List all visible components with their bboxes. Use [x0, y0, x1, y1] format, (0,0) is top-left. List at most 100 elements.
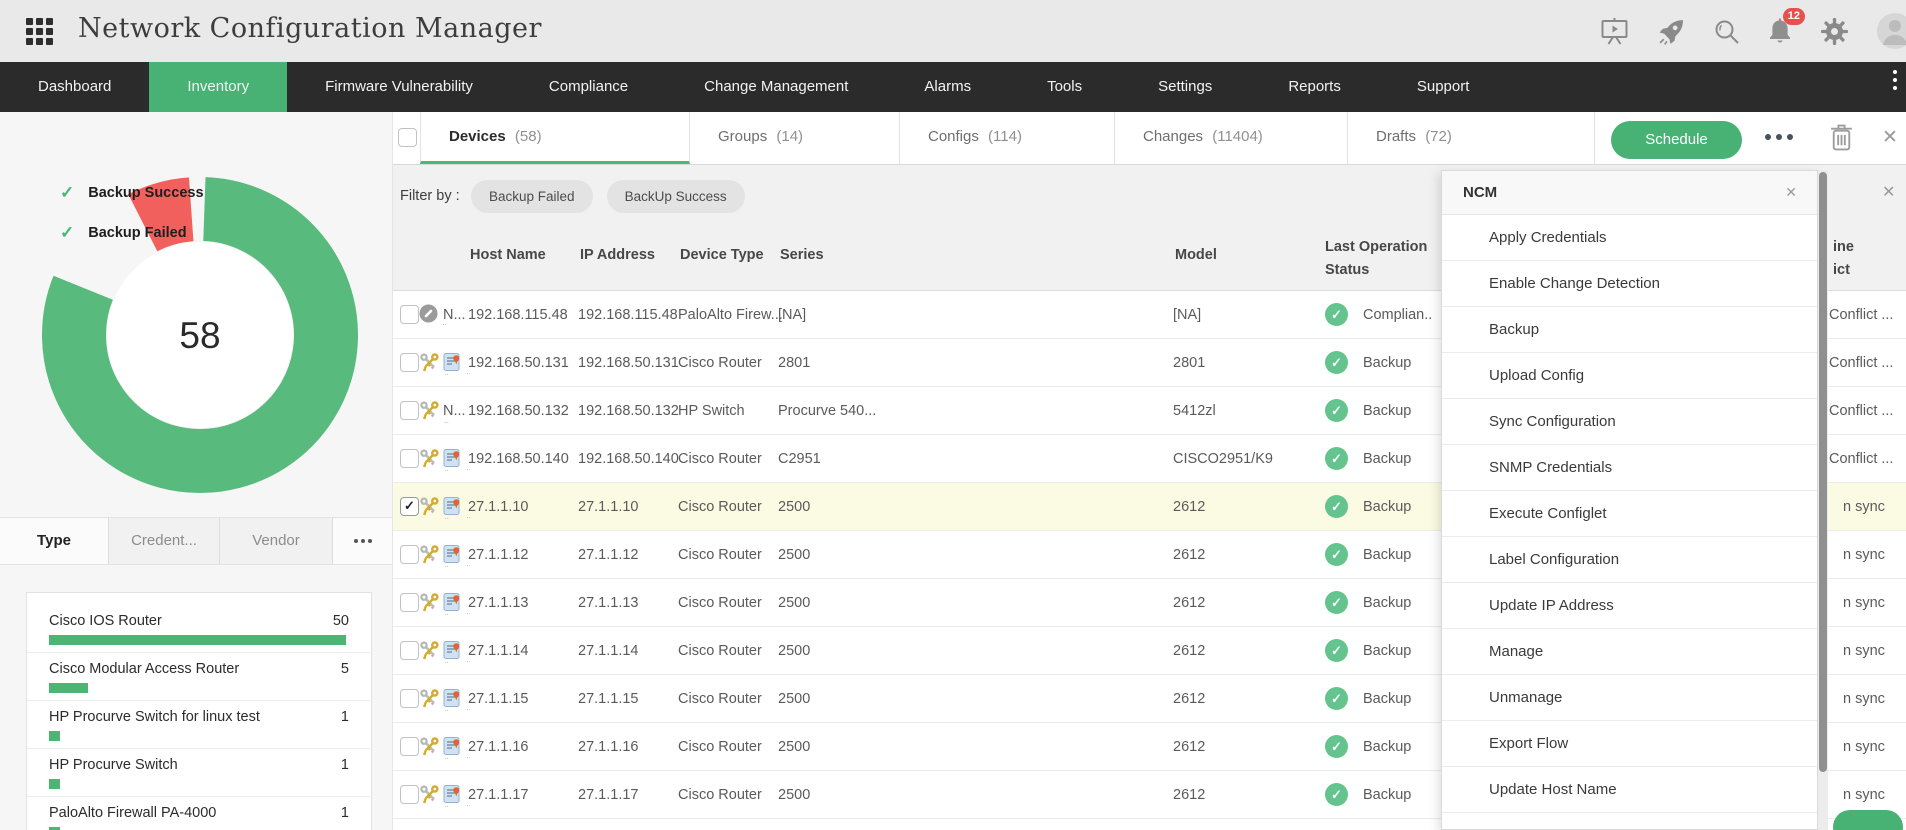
- series-cell: C2951: [778, 451, 821, 467]
- config-document-icon[interactable]: [443, 592, 471, 616]
- panel-scrollbar-thumb[interactable]: [1819, 172, 1827, 772]
- column-last-operation-status[interactable]: Last Operation Status: [1325, 236, 1438, 282]
- config-document-icon[interactable]: [443, 496, 471, 520]
- sidebar-tab[interactable]: Type: [0, 518, 109, 564]
- ncm-menu-item[interactable]: Sync Configuration: [1442, 399, 1817, 445]
- legend-item[interactable]: ✓ Backup Success: [60, 180, 204, 206]
- nav-item[interactable]: Compliance: [511, 62, 666, 112]
- inventory-tab[interactable]: Drafts (72): [1348, 112, 1595, 164]
- host-name-cell: 27.1.1.14: [468, 643, 529, 659]
- nav-item[interactable]: Alarms: [886, 62, 1009, 112]
- schedule-button[interactable]: Schedule: [1611, 121, 1742, 159]
- ncm-menu-item[interactable]: Enable Change Detection: [1442, 261, 1817, 307]
- ncm-menu-item[interactable]: Label Configuration: [1442, 537, 1817, 583]
- config-document-icon[interactable]: [443, 736, 471, 760]
- filter-chip[interactable]: BackUp Success: [606, 180, 745, 213]
- series-cell: 2500: [778, 595, 811, 611]
- ncm-menu-item[interactable]: Apply Credentials: [1442, 215, 1817, 261]
- ip-address-cell: 27.1.1.13: [578, 595, 639, 611]
- status-success-icon: [1325, 735, 1348, 758]
- notifications-bell-icon[interactable]: 12: [1767, 8, 1805, 45]
- delete-trash-icon[interactable]: [1830, 124, 1853, 157]
- sidebar-tab[interactable]: Credent...: [109, 518, 220, 564]
- settings-gear-icon[interactable]: [1820, 17, 1849, 46]
- ncm-menu-item[interactable]: Update Host Name: [1442, 767, 1817, 813]
- getting-started-rocket-icon[interactable]: [1657, 17, 1686, 46]
- nav-item[interactable]: Dashboard: [0, 62, 149, 112]
- select-all-checkbox[interactable]: [398, 128, 417, 147]
- ip-address-cell: 27.1.1.16: [578, 739, 639, 755]
- ncm-menu-item[interactable]: SNMP Credentials: [1442, 445, 1817, 491]
- column-ip-address[interactable]: IP Address: [580, 247, 655, 263]
- device-type-row[interactable]: Cisco IOS Router 50: [27, 605, 371, 653]
- ncm-panel-close-icon[interactable]: [1785, 185, 1797, 199]
- user-avatar[interactable]: [1876, 12, 1906, 50]
- search-icon[interactable]: [1713, 18, 1740, 45]
- row-checkbox[interactable]: [400, 641, 419, 660]
- close-toolbar-icon[interactable]: [1882, 128, 1898, 147]
- demo-presentation-icon[interactable]: [1599, 16, 1630, 46]
- row-checkbox[interactable]: [400, 353, 419, 372]
- sidebar-tabs-overflow-icon[interactable]: [333, 518, 392, 564]
- config-document-icon[interactable]: [443, 352, 471, 376]
- ncm-panel-title: NCM: [1463, 184, 1498, 201]
- inventory-tab[interactable]: Changes (11404): [1115, 112, 1348, 164]
- status-success-icon: [1325, 495, 1348, 518]
- row-checkbox[interactable]: [400, 497, 419, 516]
- nav-overflow-icon[interactable]: [1888, 70, 1902, 90]
- ncm-menu-item[interactable]: Upload Config: [1442, 353, 1817, 399]
- sidebar-tab[interactable]: Vendor: [220, 518, 333, 564]
- panel-scrollbar[interactable]: [1818, 170, 1828, 830]
- row-checkbox[interactable]: [400, 545, 419, 564]
- row-checkbox[interactable]: [400, 785, 419, 804]
- column-baseline-conflict-clipped[interactable]: ine ict: [1833, 236, 1854, 282]
- nav-item[interactable]: Reports: [1250, 62, 1379, 112]
- status-text-cell: Backup: [1363, 355, 1412, 371]
- row-checkbox[interactable]: [400, 305, 419, 324]
- column-series[interactable]: Series: [780, 247, 824, 263]
- nav-item[interactable]: Settings: [1120, 62, 1250, 112]
- config-document-icon[interactable]: [443, 784, 471, 808]
- toolbar-more-icon[interactable]: [1765, 134, 1793, 140]
- nav-item[interactable]: Change Management: [666, 62, 886, 112]
- ncm-menu-item[interactable]: Export Flow: [1442, 721, 1817, 767]
- legend-item[interactable]: ✓ Backup Failed: [60, 220, 204, 246]
- ncm-menu-item[interactable]: Execute Configlet: [1442, 491, 1817, 537]
- config-document-icon[interactable]: [443, 448, 471, 472]
- row-checkbox[interactable]: [400, 449, 419, 468]
- ncm-menu-item[interactable]: Backup: [1442, 307, 1817, 353]
- column-model[interactable]: Model: [1175, 247, 1217, 263]
- ncm-menu-item[interactable]: Unmanage: [1442, 675, 1817, 721]
- device-type-row[interactable]: HP Procurve Switch for linux test 1: [27, 701, 371, 749]
- check-icon: ✓: [60, 223, 75, 242]
- partial-green-button[interactable]: [1833, 810, 1903, 830]
- row-checkbox[interactable]: [400, 689, 419, 708]
- inventory-tab[interactable]: Groups (14): [690, 112, 900, 164]
- device-type-row[interactable]: PaloAlto Firewall PA-4000 1: [27, 797, 371, 830]
- config-document-icon[interactable]: [443, 640, 471, 664]
- filter-chip[interactable]: Backup Failed: [471, 180, 593, 213]
- row-checkbox[interactable]: [400, 737, 419, 756]
- config-document-icon[interactable]: [443, 544, 471, 568]
- nav-item[interactable]: Firmware Vulnerability: [287, 62, 511, 112]
- inventory-tab[interactable]: Devices (58): [420, 112, 690, 164]
- row-checkbox[interactable]: [400, 401, 419, 420]
- config-document-icon[interactable]: [443, 688, 471, 712]
- series-cell: 2801: [778, 355, 811, 371]
- column-host-name[interactable]: Host Name: [470, 247, 546, 263]
- host-name-cell: 192.168.115.48: [468, 307, 568, 323]
- nav-item[interactable]: Tools: [1009, 62, 1120, 112]
- ncm-menu-item[interactable]: Update IP Address: [1442, 583, 1817, 629]
- nav-item[interactable]: Support: [1379, 62, 1508, 112]
- nav-item[interactable]: Inventory: [149, 62, 288, 112]
- series-cell: 2500: [778, 643, 811, 659]
- row-checkbox[interactable]: [400, 593, 419, 612]
- column-device-type[interactable]: Device Type: [680, 247, 764, 263]
- main-content: Devices (58) Groups (14) Configs (114) C…: [393, 112, 1906, 830]
- inventory-tab[interactable]: Configs (114): [900, 112, 1115, 164]
- ncm-menu-item[interactable]: Manage: [1442, 629, 1817, 675]
- device-type-row[interactable]: HP Procurve Switch 1: [27, 749, 371, 797]
- app-launcher-icon[interactable]: [26, 18, 53, 45]
- device-type-row[interactable]: Cisco Modular Access Router 5: [27, 653, 371, 701]
- close-right-panel-icon[interactable]: [1882, 185, 1895, 201]
